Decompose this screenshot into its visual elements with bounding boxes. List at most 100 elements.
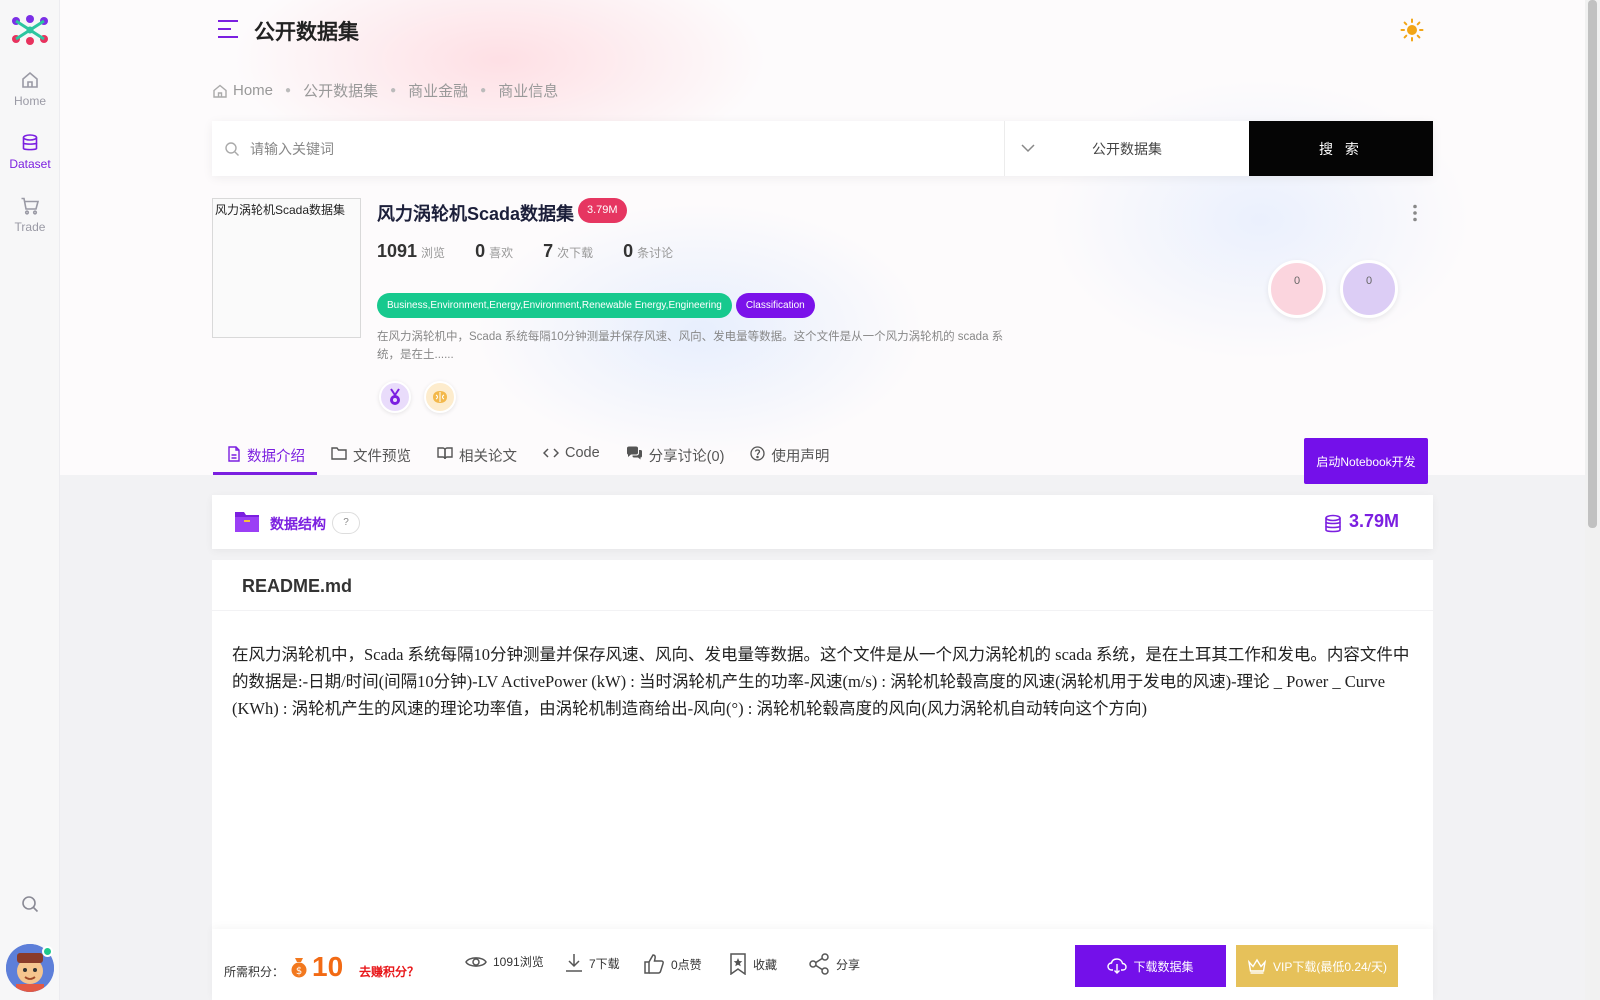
data-structure-title: 数据结构 xyxy=(270,516,326,532)
tag-categories[interactable]: Business,Environment,Energy,Environment,… xyxy=(377,293,732,318)
folder-icon xyxy=(331,447,347,460)
medal-badge[interactable] xyxy=(379,381,411,413)
help-button[interactable]: ? xyxy=(332,512,360,534)
search-input-wrap xyxy=(212,121,1005,176)
downloads-count: 7下载 xyxy=(565,953,620,973)
stat-value: 1091 xyxy=(377,241,418,261)
medal-icon xyxy=(390,388,400,405)
tab-usage-terms[interactable]: 使用声明 xyxy=(736,435,841,475)
tag-list: Business,Environment,Energy,Environment,… xyxy=(377,293,819,318)
breadcrumb-public-datasets[interactable]: 公开数据集 xyxy=(303,80,378,101)
launch-notebook-button[interactable]: 启动Notebook开发 xyxy=(1304,438,1428,484)
readme-header: README.md xyxy=(212,560,1433,610)
tab-label: 文件预览 xyxy=(353,449,411,465)
readme-content: 在风力涡轮机中，Scada 系统每隔10分钟测量并保存风速、风向、发电量等数据。… xyxy=(212,611,1433,931)
question-icon xyxy=(750,446,766,461)
stat-views: 1091 浏览 xyxy=(377,241,445,262)
downloads-label: 7下载 xyxy=(589,956,620,971)
eye-icon xyxy=(465,956,487,967)
breadcrumb-business-finance[interactable]: 商业金融 xyxy=(408,80,468,101)
search-icon xyxy=(225,141,239,156)
brain-badge[interactable] xyxy=(424,381,456,413)
tab-label: 数据介绍 xyxy=(247,449,305,465)
dataset-description: 在风力涡轮机中，Scada 系统每隔10分钟测量并保存风速、风向、发电量等数据。… xyxy=(377,331,1004,361)
share-icon xyxy=(809,953,829,975)
share-label: 分享 xyxy=(836,957,861,972)
file-icon xyxy=(228,446,240,462)
stat-label: 喜欢 xyxy=(489,246,514,260)
tab-file-preview[interactable]: 文件预览 xyxy=(317,435,423,475)
breadcrumb-separator: ● xyxy=(480,85,487,96)
more-options-icon[interactable] xyxy=(1412,204,1418,222)
like-button[interactable]: 0点赞 xyxy=(643,953,702,975)
dataset-title: 风力涡轮机Scada数据集 xyxy=(377,204,575,224)
sidebar-item-home[interactable]: Home xyxy=(0,70,60,108)
code-icon xyxy=(543,448,559,458)
favorite-label: 收藏 xyxy=(753,957,778,972)
download-icon xyxy=(566,954,582,972)
points-label: 所需积分： xyxy=(224,965,285,979)
tab-label: Code xyxy=(565,445,600,461)
scrollbar-thumb[interactable] xyxy=(1588,0,1597,528)
tab-label: 分享讨论(0) xyxy=(648,449,725,465)
data-structure-panel: 数据结构 ? 3.79M xyxy=(212,495,1433,549)
tab-intro[interactable]: 数据介绍 xyxy=(213,435,317,475)
breadcrumb-business-info[interactable]: 商业信息 xyxy=(498,80,558,101)
breadcrumb: Home ● 公开数据集 ● 商业金融 ● 商业信息 xyxy=(212,80,558,101)
tag-task[interactable]: Classification xyxy=(735,293,815,318)
book-icon xyxy=(437,447,453,460)
stat-likes: 0 喜欢 xyxy=(475,241,513,262)
tab-discussion[interactable]: 分享讨论(0) xyxy=(612,435,737,475)
coin-bag-icon: $ xyxy=(291,958,307,978)
home-icon xyxy=(213,84,227,98)
views-count: 1091浏览 xyxy=(465,953,544,970)
sidebar-item-label: Home xyxy=(13,94,46,108)
dataset-thumbnail: 风力涡轮机Scada数据集 xyxy=(212,198,361,338)
search-input[interactable] xyxy=(240,121,1004,176)
like-count-circle[interactable]: 0 xyxy=(1268,260,1326,318)
download-dataset-button[interactable]: 下载数据集 xyxy=(1075,945,1226,987)
breadcrumb-separator: ● xyxy=(285,85,292,96)
sidebar-item-trade[interactable]: Trade xyxy=(0,196,60,234)
thumbs-up-icon xyxy=(644,954,664,974)
stat-value: 0 xyxy=(475,241,486,261)
sidebar-item-label: Dataset xyxy=(9,157,51,171)
stat-label: 次下载 xyxy=(557,246,594,260)
search-icon[interactable] xyxy=(20,894,40,914)
readme-filename: README.md xyxy=(242,576,353,596)
app-logo[interactable] xyxy=(10,14,50,46)
crown-icon xyxy=(1247,958,1267,974)
search-scope-value: 公开数据集 xyxy=(1092,141,1162,157)
share-button[interactable]: 分享 xyxy=(808,953,860,975)
size-badge: 3.79M xyxy=(578,198,627,223)
tab-papers[interactable]: 相关论文 xyxy=(423,435,529,475)
brain-icon xyxy=(433,391,447,403)
search-button[interactable]: 搜 索 xyxy=(1249,121,1433,176)
bottom-action-bar: 所需积分： $ 10 去赚积分？ 1091浏览 7下载 0点赞 收藏 分享 下载… xyxy=(212,929,1433,1000)
stat-value: 0 xyxy=(623,241,634,261)
dataset-stats: 1091 浏览 0 喜欢 7 次下载 0 条讨论 xyxy=(377,241,703,262)
stat-downloads: 7 次下载 xyxy=(543,241,593,262)
page-title: 公开数据集 xyxy=(254,21,359,44)
favorite-count-circle[interactable]: 0 xyxy=(1340,260,1398,318)
folder-icon xyxy=(235,512,259,532)
views-label: 1091浏览 xyxy=(493,955,544,969)
vip-download-button[interactable]: VIP下载(最低0.24/天) xyxy=(1236,945,1398,987)
tab-label: 相关论文 xyxy=(459,449,517,465)
download-button-label: 下载数据集 xyxy=(1133,959,1194,974)
stat-label: 浏览 xyxy=(421,246,446,260)
earn-points-link[interactable]: 去赚积分？ xyxy=(359,963,419,980)
cloud-download-icon xyxy=(1107,958,1128,974)
database-icon xyxy=(1325,514,1341,533)
breadcrumb-home[interactable]: Home xyxy=(233,82,273,99)
breadcrumb-separator: ● xyxy=(390,85,397,96)
search-bar: 公开数据集 搜 索 xyxy=(212,121,1433,176)
theme-toggle-icon[interactable] xyxy=(1400,18,1424,42)
menu-icon[interactable] xyxy=(217,19,239,39)
search-scope-select[interactable]: 公开数据集 xyxy=(1005,121,1249,176)
sidebar-item-dataset[interactable]: Dataset xyxy=(0,133,60,171)
favorite-button[interactable]: 收藏 xyxy=(729,953,777,975)
tab-code[interactable]: Code xyxy=(529,435,612,475)
stat-label: 条讨论 xyxy=(637,246,674,260)
cart-icon xyxy=(21,197,40,215)
